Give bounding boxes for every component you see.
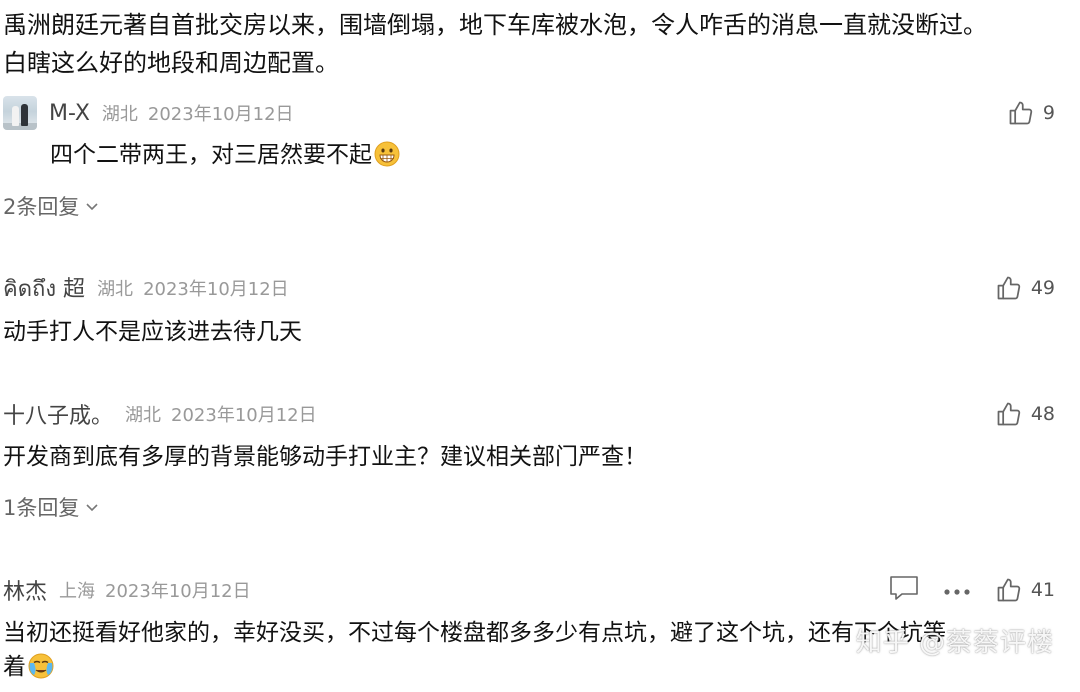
replies-count: 1条回复	[3, 496, 80, 520]
comment-text-content: 四个二带两王，对三居然要不起	[50, 142, 372, 168]
post-text-line: 禹洲朗廷元著自首批交房以来，围墙倒塌，地下车库被水泡，令人咋舌的消息一直就没断过…	[3, 11, 987, 39]
grinning-face-icon	[374, 141, 400, 167]
comment-actions: 9	[1007, 95, 1055, 131]
comment-actions: 49	[995, 270, 1055, 306]
comment-location: 上海	[59, 581, 96, 602]
comment-header: คิดถึง 超 湖北 2023年10月12日 49	[0, 270, 1080, 306]
like-count: 9	[1042, 102, 1055, 124]
comment-text-line: 着	[3, 650, 946, 684]
comment-header: M-X 湖北 2023年10月12日 9	[0, 95, 1080, 131]
reply-icon[interactable]	[889, 575, 919, 605]
thumbs-up-icon[interactable]	[995, 400, 1023, 428]
comment-text: 四个二带两王，对三居然要不起	[50, 138, 400, 172]
comment-author[interactable]: 林杰	[3, 574, 47, 606]
post-text: 禹洲朗廷元著自首批交房以来，围墙倒塌，地下车库被水泡，令人咋舌的消息一直就没断过…	[3, 6, 1063, 82]
replies-count: 2条回复	[3, 195, 80, 219]
comment-text-line: 当初还挺看好他家的，幸好没买，不过每个楼盘都多多少有点坑，避了这个坑，还有下个坑…	[3, 620, 946, 646]
avatar[interactable]	[3, 96, 37, 130]
comment-text: 开发商到底有多厚的背景能够动手打业主？建议相关部门严查！	[3, 444, 647, 470]
comment-location: 湖北	[125, 405, 162, 426]
comment-author[interactable]: M-X	[49, 101, 90, 126]
like-count: 41	[1030, 579, 1055, 601]
comment-text: 动手打人不是应该进去待几天	[3, 319, 302, 345]
comment-location: 湖北	[101, 104, 138, 125]
comment-text: 当初还挺看好他家的，幸好没买，不过每个楼盘都多多少有点坑，避了这个坑，还有下个坑…	[3, 616, 946, 684]
comment-date: 2023年10月12日	[105, 581, 251, 602]
replies-toggle[interactable]: 2条回复	[3, 191, 99, 221]
chevron-down-icon	[86, 203, 98, 211]
more-icon[interactable]	[943, 581, 971, 600]
like-count: 48	[1030, 403, 1055, 425]
comment-location: 湖北	[97, 279, 134, 300]
thumbs-up-icon[interactable]	[995, 274, 1023, 302]
comment-text-content: 着	[3, 654, 26, 680]
thumbs-up-icon[interactable]	[1007, 99, 1035, 127]
comment-author[interactable]: 十八子成。	[3, 398, 113, 430]
post-text-line: 白瞎这么好的地段和周边配置。	[3, 49, 339, 77]
thumbs-up-icon[interactable]	[995, 576, 1023, 604]
watermark: 知乎 @蔡蔡评楼	[855, 628, 1054, 658]
comment-actions: 41	[889, 572, 1055, 608]
comment-date: 2023年10月12日	[143, 279, 289, 300]
chevron-down-icon	[86, 504, 98, 512]
comment-header: 十八子成。 湖北 2023年10月12日 48	[0, 396, 1080, 432]
comment-date: 2023年10月12日	[171, 405, 317, 426]
comment-actions: 48	[995, 396, 1055, 432]
replies-toggle[interactable]: 1条回复	[3, 492, 99, 522]
crying-face-icon	[28, 653, 54, 679]
comment-header: 林杰 上海 2023年10月12日 41	[0, 572, 1080, 608]
comment-author[interactable]: คิดถึง 超	[3, 271, 85, 306]
comment-date: 2023年10月12日	[147, 104, 294, 125]
like-count: 49	[1030, 277, 1055, 299]
